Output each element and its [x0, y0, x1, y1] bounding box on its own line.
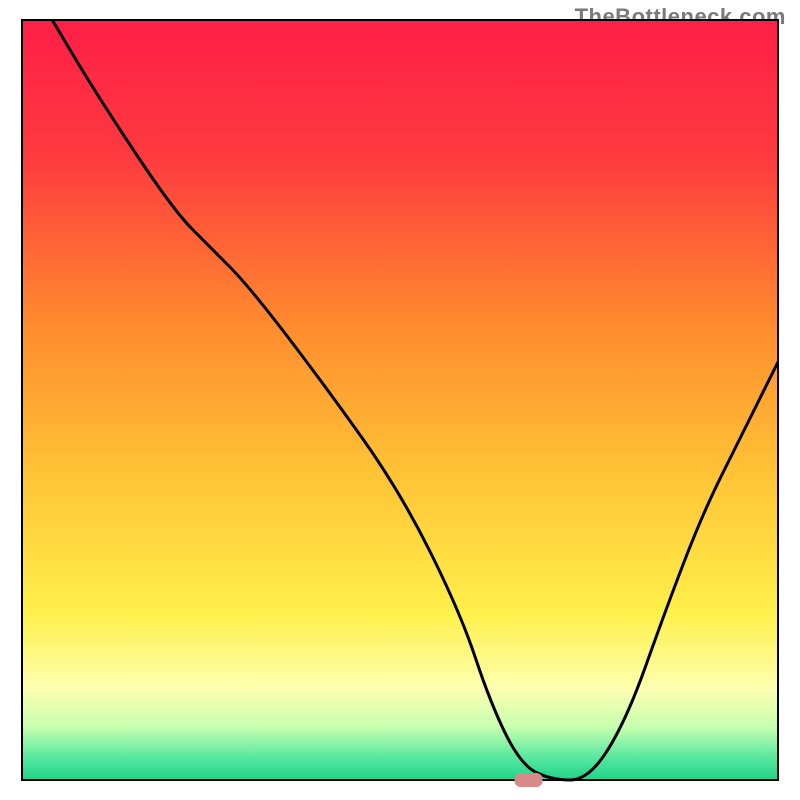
chart-container: TheBottleneck.com — [0, 0, 800, 800]
bottleneck-chart — [0, 0, 800, 800]
plot-background — [22, 20, 778, 780]
optimal-marker — [515, 773, 543, 787]
